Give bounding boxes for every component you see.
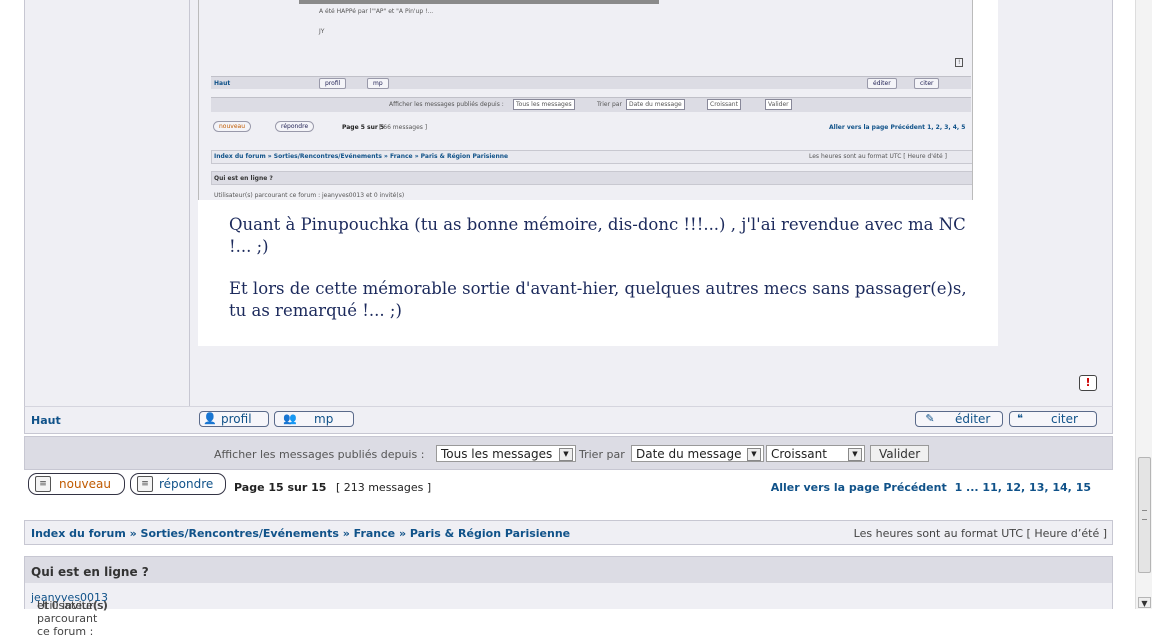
embedded-profil-button: profil: [319, 78, 347, 89]
embedded-page-nav: Aller vers la page Précédent 1, 2, 3, 4,…: [829, 124, 966, 131]
embedded-forum-screenshot: A été HAPPé par l'"AP" et "A Pin'up !...…: [198, 0, 973, 200]
embedded-timezone: Les heures sont au format UTC [ Heure d'…: [809, 153, 947, 160]
validate-button[interactable]: Valider: [870, 445, 930, 462]
reply-label: répondre: [159, 477, 214, 491]
edit-button[interactable]: ✎ éditer: [915, 411, 1003, 427]
embedded-editer-button: éditer: [867, 78, 897, 89]
embedded-nouveau-button: nouveau: [213, 121, 251, 132]
embedded-valider-button: Valider: [765, 99, 792, 110]
page-links[interactable]: 1 ... 11, 12, 13, 14, 15: [955, 481, 1091, 494]
new-topic-icon: ≡: [35, 476, 51, 492]
users-icon: 👥: [283, 412, 297, 425]
reply-icon: ≡: [137, 476, 153, 492]
display-since-label: Afficher les messages publiés depuis :: [214, 448, 425, 461]
private-message-button[interactable]: 👥 mp: [274, 411, 354, 427]
reply-button[interactable]: ≡ répondre: [130, 473, 226, 495]
embedded-page-info: Page 5 sur 5: [342, 124, 385, 131]
embedded-mp-button: mp: [367, 78, 389, 89]
private-message-button-label: mp: [314, 412, 334, 426]
chevron-down-icon: ▼: [559, 448, 573, 461]
display-since-value: Tous les messages: [441, 447, 553, 461]
chevron-down-icon: ▼: [848, 448, 862, 461]
embedded-haut-link: Haut: [214, 80, 231, 87]
embedded-report-icon: !: [955, 58, 964, 67]
page-number: Page 15 sur 15: [234, 481, 327, 494]
online-users: Utilisateur(s) parcourant ce forum : jea…: [24, 583, 1113, 638]
embedded-online-text: Utilisateur(s) parcourant ce forum : jea…: [214, 192, 405, 199]
edit-button-label: éditer: [955, 412, 991, 426]
goto-page-label[interactable]: Aller vers la page Précédent: [771, 481, 947, 494]
breadcrumb[interactable]: Index du forum » Sorties/Rencontres/Evén…: [31, 527, 570, 540]
edit-icon: ✎: [925, 412, 935, 425]
new-topic-button[interactable]: ≡ nouveau: [28, 473, 125, 495]
embedded-sort-select: Date du message: [626, 99, 685, 110]
quote-button[interactable]: ❝ citer: [1009, 411, 1097, 427]
message-paragraph-2: Et lors de cette mémorable sortie d'avan…: [229, 279, 967, 320]
new-topic-label: nouveau: [59, 477, 111, 491]
embedded-online-header: [211, 171, 972, 185]
back-to-top-link[interactable]: Haut: [31, 414, 61, 427]
embedded-online-title: Qui est en ligne ?: [214, 175, 273, 182]
embedded-repondre-button: répondre: [275, 121, 315, 132]
sort-order-select[interactable]: Croissant ▼: [766, 445, 865, 462]
sort-by-select[interactable]: Date du message ▼: [631, 445, 764, 462]
chevron-down-icon: ▼: [747, 448, 761, 461]
sort-by-value: Date du message: [636, 447, 742, 461]
page-info: Page 15 sur 15 [ 213 messages ]: [234, 481, 431, 494]
exclamation-icon[interactable]: !: [1079, 375, 1097, 391]
message-count: [ 213 messages ]: [335, 481, 432, 494]
timezone-info: Les heures sont au format UTC [ Heure d’…: [853, 527, 1107, 540]
online-suffix: et 0 invité(s): [37, 599, 108, 612]
embedded-caption-2: JY: [319, 28, 325, 35]
profile-button[interactable]: 👤 profil: [199, 411, 269, 427]
profile-button-label: profil: [221, 412, 252, 426]
forum-page: A été HAPPé par l'"AP" et "A Pin'up !...…: [0, 0, 1135, 638]
embedded-citer-button: citer: [914, 78, 940, 89]
online-header: Qui est en ligne ?: [24, 556, 1113, 584]
display-options-bar: Afficher les messages publiés depuis : T…: [24, 436, 1113, 470]
quote-icon: ❝: [1017, 412, 1023, 425]
embedded-caption-1: A été HAPPé par l'"AP" et "A Pin'up !...: [319, 8, 434, 15]
embedded-image: A été HAPPé par l'"AP" et "A Pin'up !...…: [198, 0, 998, 346]
embedded-breadcrumb: Index du forum » Sorties/Rencontres/Evén…: [214, 153, 509, 160]
embedded-photo-edge: [299, 0, 659, 4]
page-navigation: Aller vers la page Précédent 1 ... 11, 1…: [771, 481, 1091, 494]
post-action-row: Haut 👤 profil 👥 mp ✎ éditer ❝ citer: [24, 406, 1113, 434]
display-since-select[interactable]: Tous les messages ▼: [436, 445, 576, 462]
embedded-page-count: [ 66 messages ]: [379, 124, 428, 131]
online-text: Utilisateur(s) parcourant ce forum : jea…: [31, 591, 108, 638]
vertical-scrollbar[interactable]: ▼: [1135, 0, 1152, 609]
scrollbar-thumb[interactable]: [1138, 457, 1151, 573]
message-paragraph-1: Quant à Pinupouchka (tu as bonne mémoire…: [229, 215, 966, 256]
embedded-display-select: Tous les messages: [513, 99, 575, 110]
user-icon: 👤: [203, 412, 217, 425]
embedded-order-select: Croissant: [707, 99, 741, 110]
online-title: Qui est en ligne ?: [31, 565, 149, 579]
breadcrumb-bar: Index du forum » Sorties/Rencontres/Evén…: [24, 520, 1113, 545]
scroll-down-arrow-icon[interactable]: ▼: [1138, 597, 1151, 608]
embedded-sort-label: Trier par: [597, 101, 622, 108]
embedded-display-label: Afficher les messages publiés depuis :: [389, 101, 504, 108]
post-author-column: [25, 0, 190, 406]
quote-button-label: citer: [1051, 412, 1078, 426]
sort-order-value: Croissant: [771, 447, 827, 461]
embedded-options-row: [211, 97, 971, 112]
embedded-message-text: Quant à Pinupouchka (tu as bonne mémoire…: [229, 214, 979, 342]
grip-icon: [1142, 510, 1147, 520]
sort-label: Trier par: [579, 448, 625, 461]
